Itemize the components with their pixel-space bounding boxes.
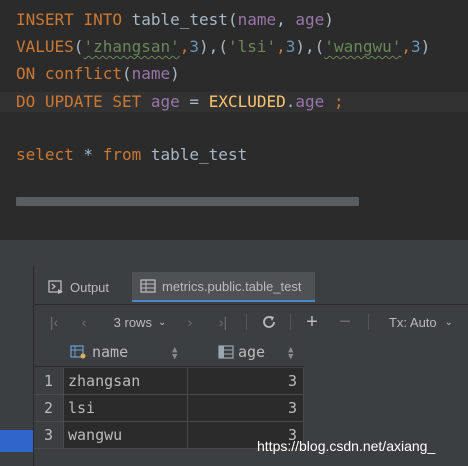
chevron-down-icon: ⌄ [444,316,454,328]
paren: ( [121,64,132,83]
code-line-4: DO UPDATE SET age = EXCLUDED.age ; [16,92,344,112]
table-identifier: table_test [150,145,248,164]
results-tabs: Output metrics.public.table_test [34,266,468,305]
excluded-keyword: EXCLUDED [208,92,286,111]
keyword: INSERT [16,10,74,29]
tab-output[interactable]: Output [48,272,109,302]
add-row-icon[interactable]: + [302,311,322,333]
number-literal: 3 [411,37,421,56]
column-icon [218,345,234,359]
cell-name[interactable]: zhangsan [64,368,188,395]
editor-horizontal-scrollbar[interactable] [16,197,359,206]
code-line-2: VALUES('zhangsan',3),('lsi',3),('wangwu'… [16,37,430,57]
results-toolbar: |‹ ‹ 3 rows ⌄ › ›| + − Tx: Auto ⌄ [34,306,468,338]
row-number-header [34,338,64,367]
output-icon [48,280,64,294]
rows-count-dropdown[interactable]: 3 rows ⌄ [108,312,172,332]
sort-icon[interactable]: ▲ ▼ [288,346,293,362]
transaction-mode-dropdown[interactable]: Tx: Auto ⌄ [382,312,460,332]
tab-table-test[interactable]: metrics.public.table_test [132,272,316,302]
key-column-icon [70,344,88,360]
punct: ; [324,92,344,111]
sort-icon[interactable]: ▲ ▼ [172,346,177,362]
paren: ( [73,37,84,56]
punct: ),( [199,37,228,56]
tab-table-label: metrics.public.table_test [162,278,302,294]
number-literal: 3 [189,37,200,56]
column-identifier: name [131,64,171,83]
punct: . [285,92,296,111]
keyword: conflict [44,64,122,83]
table-icon [140,279,156,293]
paren: ) [170,64,180,83]
toolbar-divider [290,314,291,330]
paren: ( [227,10,238,29]
keyword: DO [16,92,36,111]
previous-page-icon[interactable]: ‹ [76,312,92,332]
keyword: INTO [83,10,122,29]
column-identifier: age [295,10,325,29]
string-literal: 'zhangsan' [83,37,180,56]
column-identifier: age [150,92,180,111]
toolbar-divider [368,314,369,330]
panel-separator [0,240,468,266]
column-name-label: name [92,343,129,361]
first-page-icon[interactable]: |‹ [46,312,62,332]
code-line-6: select * from table_test [16,145,247,165]
paren: ) [324,10,334,29]
operator: * [73,145,103,164]
string-literal: 'lsi' [227,37,277,56]
keyword: from [102,145,142,164]
row-number[interactable]: 3 [34,422,64,449]
watermark-text: https://blog.csdn.net/axiang_ [257,438,436,454]
punct: ),( [295,37,325,56]
toolbar-divider [246,314,247,330]
sql-editor[interactable]: INSERT INTO table_test(name, age) VALUES… [0,0,468,210]
column-header-age[interactable]: age ▲ ▼ [188,338,304,367]
keyword: UPDATE [44,92,103,111]
last-page-icon[interactable]: ›| [214,312,232,332]
column-identifier: name [237,10,277,29]
refresh-icon[interactable] [258,312,280,332]
remove-row-icon[interactable]: − [336,311,354,333]
tx-mode-label: Tx: Auto [388,314,437,330]
punct: , [401,37,412,56]
chevron-down-icon: ⌄ [157,316,167,328]
row-number[interactable]: 2 [34,395,64,422]
column-identifier: age [295,92,325,111]
cell-age[interactable]: 3 [188,395,304,422]
cell-name[interactable]: lsi [64,395,188,422]
string-literal: 'wangwu' [324,37,402,56]
keyword: SET [112,92,142,111]
cell-age[interactable]: 3 [188,368,304,395]
editor-bottom-area [0,210,468,240]
punct: , [179,37,190,56]
rows-count-label: 3 rows [113,314,152,330]
keyword: ON [16,64,36,83]
punct: , [276,10,296,29]
paren: ) [420,37,431,56]
tab-output-label: Output [70,279,110,295]
code-line-3: ON conflict(name) [16,64,180,84]
next-page-icon[interactable]: › [182,312,198,332]
keyword: select [16,145,74,164]
code-line-1: INSERT INTO table_test(name, age) [16,10,334,30]
cell-name[interactable]: wangwu [64,422,188,449]
column-header-name[interactable]: name ▲ ▼ [64,338,188,367]
row-number[interactable]: 1 [34,368,64,395]
operator: = [179,92,209,111]
punct: , [276,37,286,56]
number-literal: 3 [285,37,296,56]
left-tool-selected-item[interactable] [0,430,33,452]
keyword: VALUES [16,37,74,56]
column-age-label: age [238,343,266,361]
table-identifier: table_test [131,10,228,29]
results-panel: Output metrics.public.table_test |‹ ‹ 3 … [34,266,468,466]
